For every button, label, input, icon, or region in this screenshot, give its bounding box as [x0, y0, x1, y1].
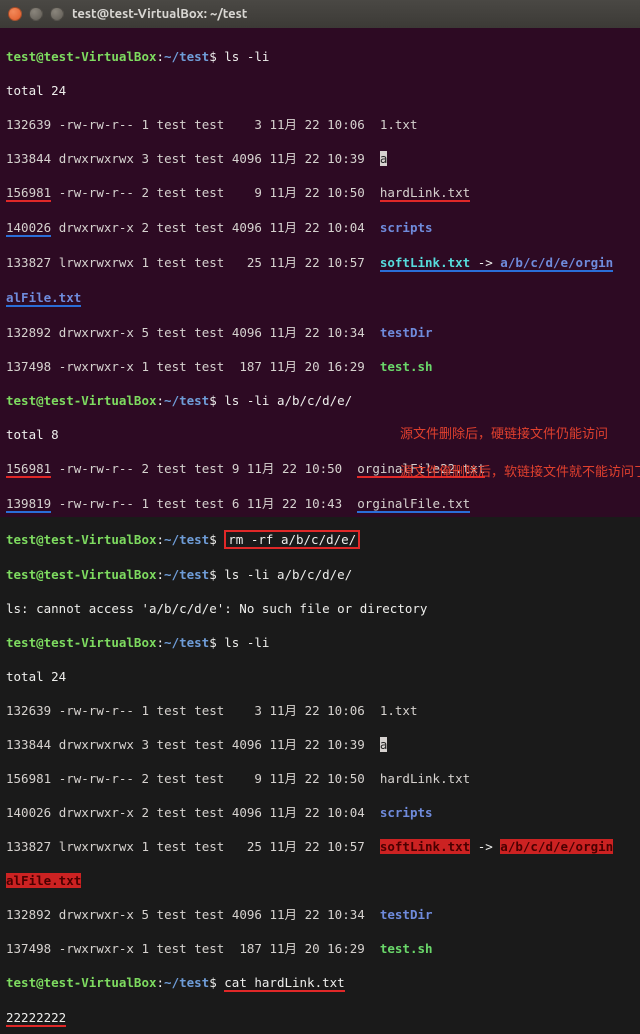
- ls-row: 137498 -rwxrwxr-x 1 test test 187 11月 20…: [6, 358, 634, 375]
- cat-output: 22222222: [6, 1010, 66, 1027]
- error-ls: ls: cannot access 'a/b/c/d/e': No such f…: [6, 600, 634, 617]
- cmd-rm-rf: rm -rf a/b/c/d/e/: [224, 530, 360, 549]
- minimize-icon[interactable]: [29, 7, 43, 21]
- prompt-user: test@test-VirtualBox: [6, 49, 157, 64]
- file-softlink: softLink.txt: [380, 255, 470, 270]
- broken-softlink: softLink.txt: [380, 839, 470, 854]
- ls-row: 140026 drwxrwxr-x 2 test test 4096 11月 2…: [6, 219, 634, 237]
- file-hardlink: hardLink.txt: [380, 185, 470, 202]
- dir-a: a: [380, 151, 388, 166]
- cmd-ls-li: ls -li: [224, 49, 269, 64]
- cmd-cat-hard: cat hardLink.txt: [224, 975, 344, 992]
- cmd-ls-deep-2: ls -li a/b/c/d/e/: [224, 567, 352, 582]
- cmd-ls-deep: ls -li a/b/c/d/e/: [224, 393, 352, 408]
- file-orginal: orginalFile.txt: [357, 496, 470, 513]
- cmd-ls-li-2: ls -li: [224, 635, 269, 650]
- ls-row: 132892 drwxrwxr-x 5 test test 4096 11月 2…: [6, 906, 634, 923]
- window-title: test@test-VirtualBox: ~/test: [72, 7, 247, 21]
- annotation-softlink: 源文件俺删除后，软链接文件就不能访问了: [400, 464, 580, 480]
- window-controls: [8, 7, 64, 21]
- ls-row: 137498 -rwxrwxr-x 1 test test 187 11月 20…: [6, 940, 634, 957]
- annotation-hardlink: 源文件删除后，硬链接文件仍能访问: [400, 426, 590, 442]
- ls-row: 133827 lrwxrwxrwx 1 test test 25 11月 22 …: [6, 254, 634, 272]
- window-titlebar: test@test-VirtualBox: ~/test: [0, 0, 640, 28]
- ls-row: 133844 drwxrwxrwx 3 test test 4096 11月 2…: [6, 736, 634, 753]
- file-testsh: test.sh: [380, 359, 433, 374]
- ls-row: 133827 lrwxrwxrwx 1 test test 25 11月 22 …: [6, 838, 634, 855]
- maximize-icon[interactable]: [50, 7, 64, 21]
- dir-testdir: testDir: [380, 325, 433, 340]
- ls-row: 132892 drwxrwxr-x 5 test test 4096 11月 2…: [6, 324, 634, 341]
- link-target-wrap: alFile.txt: [6, 290, 81, 307]
- ls-row: 139819 -rw-rw-r-- 1 test test 6 11月 22 1…: [6, 495, 634, 513]
- prompt-path: ~/test: [164, 49, 209, 64]
- ls-row: 156981 -rw-rw-r-- 2 test test 9 11月 22 1…: [6, 770, 634, 787]
- ls-row: 132639 -rw-rw-r-- 1 test test 3 11月 22 1…: [6, 116, 634, 133]
- close-icon[interactable]: [8, 7, 22, 21]
- ls-row: 133844 drwxrwxrwx 3 test test 4096 11月 2…: [6, 150, 634, 167]
- ls-row: 140026 drwxrwxr-x 2 test test 4096 11月 2…: [6, 804, 634, 821]
- dir-scripts: scripts: [380, 220, 433, 235]
- ls-row: 132639 -rw-rw-r-- 1 test test 3 11月 22 1…: [6, 702, 634, 719]
- terminal[interactable]: test@test-VirtualBox:~/test$ ls -li tota…: [0, 28, 640, 517]
- ls-total: total 24: [6, 82, 634, 99]
- ls-row: 156981 -rw-rw-r-- 2 test test 9 11月 22 1…: [6, 184, 634, 202]
